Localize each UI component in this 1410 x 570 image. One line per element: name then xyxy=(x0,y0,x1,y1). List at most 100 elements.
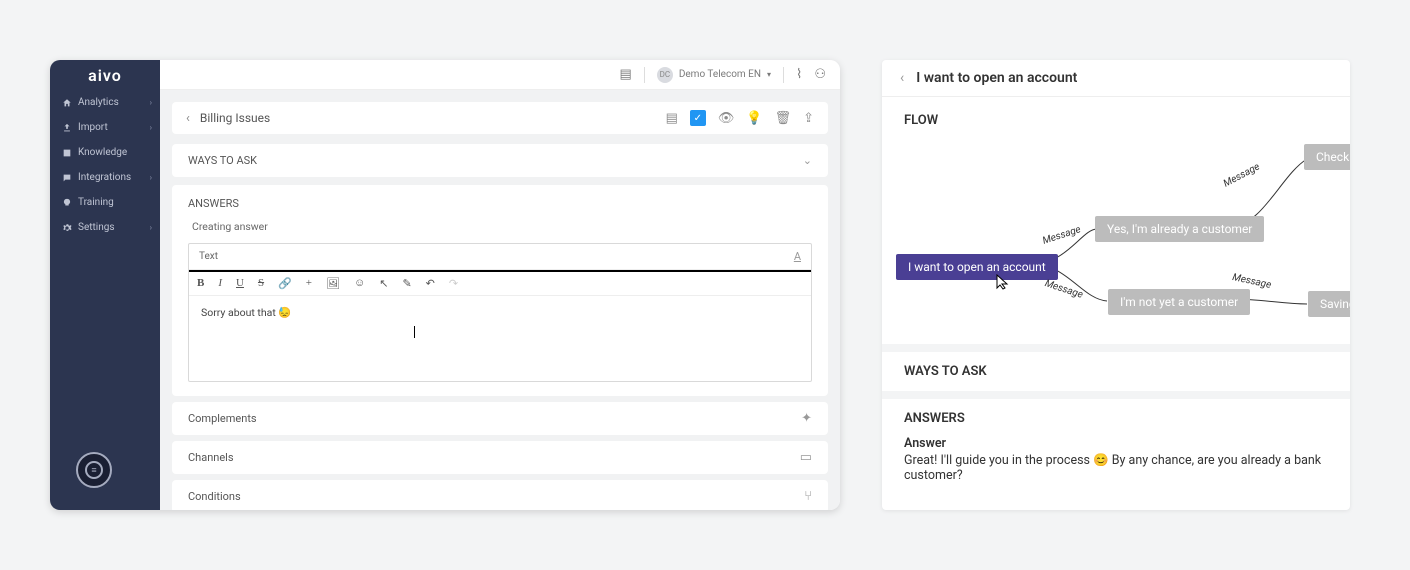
breadcrumb-bar: ‹ Billing Issues ▤ ✓ 👁 💡 🗑 ⇪ xyxy=(172,102,828,134)
section-label: Channels xyxy=(188,451,234,464)
app-window: aivo Analytics › Import › Knowledge xyxy=(50,60,840,510)
home-icon xyxy=(62,98,72,108)
chat-icon: ≡ xyxy=(85,461,103,479)
creating-answer-label: Creating answer xyxy=(188,220,812,233)
devices-icon: ▭ xyxy=(800,450,812,465)
edge-label: Message xyxy=(1222,161,1262,189)
text-editor: Text A B I U S 🔗 + 🖼 ☺ ↖ xyxy=(188,243,812,382)
brand-logo: aivo xyxy=(50,60,160,90)
flow-canvas[interactable]: I want to open an account Yes, I'm alrea… xyxy=(882,134,1350,344)
detail-title: I want to open an account xyxy=(916,70,1077,86)
flow-label: FLOW xyxy=(882,97,1350,134)
answer-text: Great! I'll guide you in the process 😊 B… xyxy=(904,453,1328,483)
sidebar-item-label: Settings xyxy=(78,222,115,233)
puzzle-icon: ✦ xyxy=(801,411,812,426)
trash-icon[interactable]: 🗑 xyxy=(775,111,792,126)
sidebar-item-training[interactable]: Training xyxy=(50,190,160,215)
ways-to-ask-panel[interactable]: WAYS TO ASK ⌄ xyxy=(172,144,828,177)
ways-to-ask-section[interactable]: WAYS TO ASK xyxy=(882,344,1350,391)
account-switcher[interactable]: DC Demo Telecom EN ▾ xyxy=(657,67,771,83)
underline-button[interactable]: U xyxy=(236,277,244,290)
italic-button[interactable]: I xyxy=(218,277,222,290)
editor-textarea[interactable]: Sorry about that 😓 xyxy=(189,296,811,381)
bulb-icon xyxy=(62,198,72,208)
chat-icon xyxy=(62,173,72,183)
check-icon[interactable]: ✓ xyxy=(690,110,706,126)
user-icon[interactable]: ⚇ xyxy=(814,67,826,82)
conditions-section[interactable]: Conditions ⑂ xyxy=(172,480,828,510)
sidebar-item-knowledge[interactable]: Knowledge xyxy=(50,140,160,165)
editor-toolbar: B I U S 🔗 + 🖼 ☺ ↖ ✎ ↶ ↷ xyxy=(189,270,811,296)
link-button[interactable]: 🔗 xyxy=(278,277,292,290)
chevron-right-icon: › xyxy=(150,123,152,132)
gear-icon xyxy=(62,223,72,233)
answer-subtitle: Answer xyxy=(904,436,1328,451)
visibility-off-icon[interactable]: 👁 xyxy=(718,111,735,126)
bulb-icon[interactable]: 💡 xyxy=(746,111,762,126)
section-label: Complements xyxy=(188,412,257,425)
chevron-down-icon: ⌄ xyxy=(803,154,812,167)
answers-section: ANSWERS Answer Great! I'll guide you in … xyxy=(882,391,1350,495)
strike-button[interactable]: S xyxy=(258,277,264,290)
upload-icon[interactable]: ⇪ xyxy=(803,111,814,126)
flow-node-savings[interactable]: Savings xyxy=(1308,291,1350,317)
sidebar-item-label: Knowledge xyxy=(78,147,127,158)
undo-button[interactable]: ↶ xyxy=(426,277,435,290)
channels-section[interactable]: Channels ▭ xyxy=(172,441,828,474)
flow-node-no[interactable]: I'm not yet a customer xyxy=(1108,289,1250,315)
panel-title: WAYS TO ASK xyxy=(188,154,257,167)
section-title: ANSWERS xyxy=(904,411,1328,426)
back-icon[interactable]: ‹ xyxy=(186,111,190,126)
back-icon[interactable]: ‹ xyxy=(900,70,904,86)
sidebar-item-import[interactable]: Import › xyxy=(50,115,160,140)
upload-icon xyxy=(62,123,72,133)
branch-icon: ⑂ xyxy=(804,489,812,504)
detail-panel: ‹ I want to open an account FLOW I want … xyxy=(882,60,1350,510)
detail-header: ‹ I want to open an account xyxy=(882,60,1350,97)
divider xyxy=(783,67,784,83)
complements-section[interactable]: Complements ✦ xyxy=(172,402,828,435)
comment-icon[interactable]: ▤ xyxy=(666,111,678,126)
text-tab-label[interactable]: Text xyxy=(199,251,218,262)
answers-panel: ANSWERS Creating answer Text A B I U S 🔗 xyxy=(172,185,828,396)
text-cursor xyxy=(414,326,415,338)
redo-button[interactable]: ↷ xyxy=(449,277,458,290)
sidebar-item-settings[interactable]: Settings › xyxy=(50,215,160,240)
section-title: WAYS TO ASK xyxy=(904,364,1328,379)
image-button[interactable]: 🖼 xyxy=(326,277,340,290)
sidebar-item-label: Import xyxy=(78,122,108,133)
text-color-icon[interactable]: A xyxy=(794,250,801,263)
chevron-right-icon: › xyxy=(150,173,152,182)
edge-label: Message xyxy=(1041,224,1082,247)
sidebar-item-integrations[interactable]: Integrations › xyxy=(50,165,160,190)
flow-node-root[interactable]: I want to open an account xyxy=(896,254,1058,280)
bold-button[interactable]: B xyxy=(197,277,204,290)
chat-fab-button[interactable]: ≡ xyxy=(76,452,112,488)
chevron-right-icon: › xyxy=(150,223,152,232)
emoji-button[interactable]: ☺ xyxy=(354,277,365,290)
flow-node-yes[interactable]: Yes, I'm already a customer xyxy=(1095,216,1264,242)
chevron-down-icon: ▾ xyxy=(767,70,771,79)
breadcrumb-title: Billing Issues xyxy=(200,111,270,125)
panel-title: ANSWERS xyxy=(188,197,812,210)
message-icon[interactable]: ▤ xyxy=(620,67,632,82)
chevron-right-icon: › xyxy=(150,98,152,107)
add-button[interactable]: + xyxy=(306,277,312,290)
book-icon xyxy=(62,148,72,158)
pointer-button[interactable]: ↖ xyxy=(379,277,388,290)
avatar: DC xyxy=(657,67,673,83)
sidebar-item-analytics[interactable]: Analytics › xyxy=(50,90,160,115)
account-name: Demo Telecom EN xyxy=(679,69,761,80)
cursor-icon xyxy=(996,274,1012,290)
section-label: Conditions xyxy=(188,490,241,503)
sidebar-item-label: Integrations xyxy=(78,172,131,183)
clear-button[interactable]: ✎ xyxy=(402,277,411,290)
sidebar-item-label: Training xyxy=(78,197,114,208)
editor-tab-row: Text A xyxy=(189,244,811,270)
editor-text: Sorry about that 😓 xyxy=(201,306,291,319)
main-content: ▤ DC Demo Telecom EN ▾ ⌇ ⚇ ‹ Billing Iss… xyxy=(160,60,840,510)
rss-icon[interactable]: ⌇ xyxy=(796,67,802,82)
topbar: ▤ DC Demo Telecom EN ▾ ⌇ ⚇ xyxy=(160,60,840,90)
sidebar-item-label: Analytics xyxy=(78,97,119,108)
flow-node-checking[interactable]: Checking xyxy=(1304,144,1350,170)
